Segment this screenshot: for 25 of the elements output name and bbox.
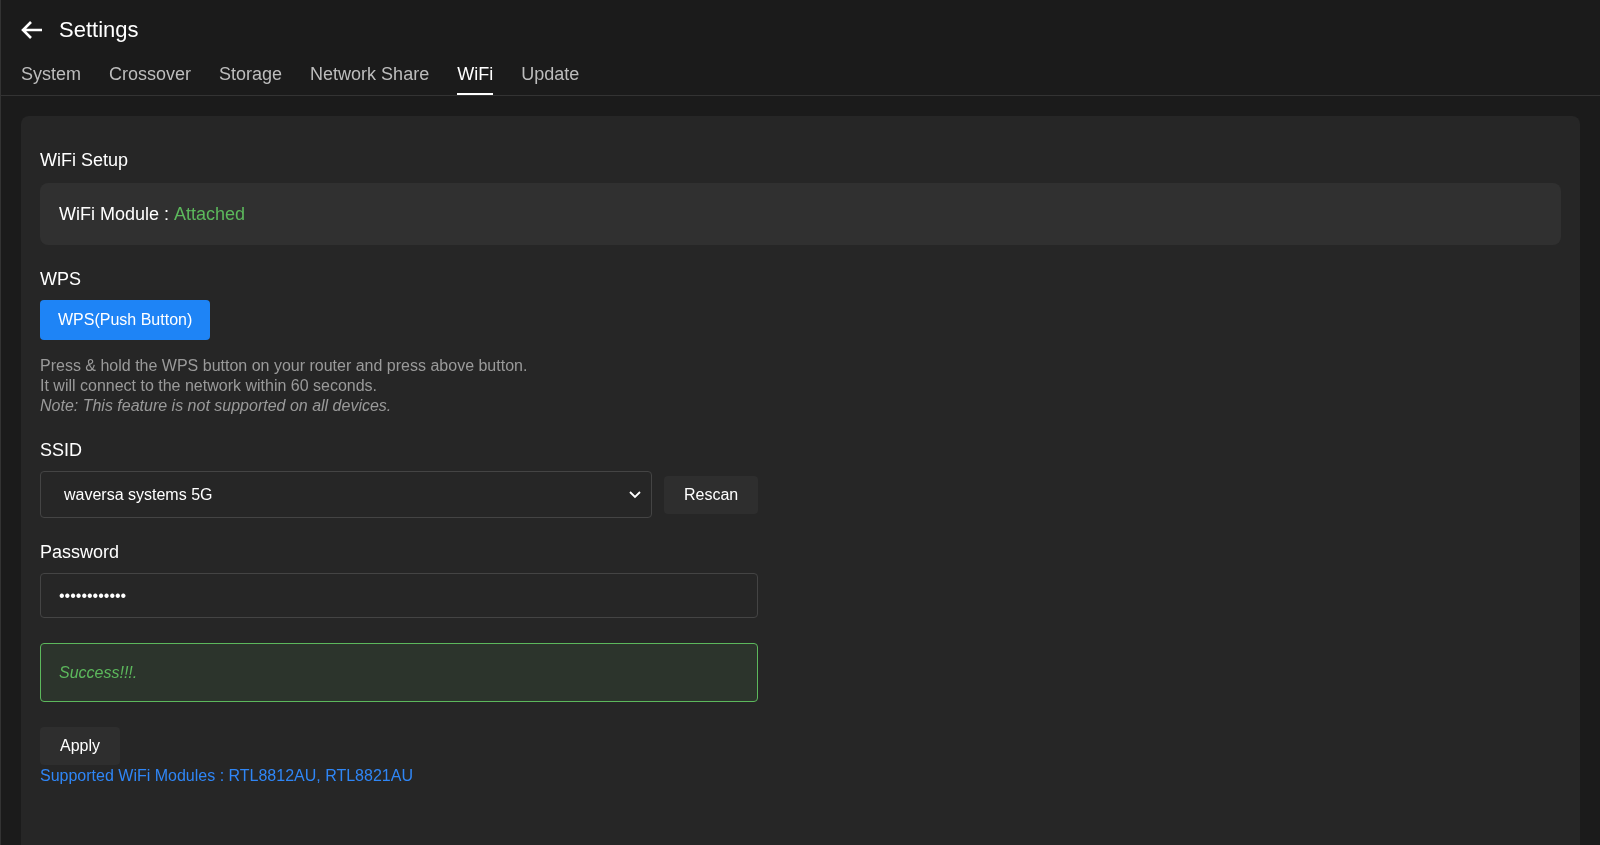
- field-label: Password: [40, 542, 121, 563]
- field-label: SSID: [40, 440, 83, 461]
- help-text: Press & hold the WPS button on your router and press above button.: [40, 356, 529, 376]
- tab[interactable]: Storage: [219, 58, 283, 95]
- tab[interactable]: Network Share: [310, 58, 430, 95]
- password-field[interactable]: ••••••••••••: [40, 573, 758, 618]
- module-status: Attached: [174, 203, 246, 225]
- tab[interactable]: WiFi: [457, 58, 494, 95]
- apply-button[interactable]: Apply: [40, 727, 121, 765]
- help-text: Note: This feature is not supported on all devices.: [40, 396, 393, 416]
- ssid-select[interactable]: waversa systems 5G: [40, 471, 652, 518]
- wps-button[interactable]: WPS(Push Button): [40, 300, 211, 340]
- field-label: WPS: [40, 269, 82, 290]
- help-text: It will connect to the network within 60 seconds.: [40, 376, 379, 396]
- chevron-down-icon: [629, 490, 641, 499]
- section-title: WiFi Setup: [40, 150, 130, 171]
- tab[interactable]: System: [21, 58, 81, 95]
- tab[interactable]: Update: [521, 58, 580, 95]
- back-arrow-icon[interactable]: [21, 20, 43, 40]
- page-title: Settings: [59, 17, 139, 43]
- tab[interactable]: Crossover: [109, 58, 192, 95]
- supported-modules-link[interactable]: Supported WiFi Modules : RTL8812AU, RTL8821AU: [40, 767, 413, 785]
- module-label: WiFi Module :: [59, 203, 170, 225]
- rescan-button[interactable]: Rescan: [664, 475, 759, 514]
- alert-message: Success!!!.: [59, 663, 138, 682]
